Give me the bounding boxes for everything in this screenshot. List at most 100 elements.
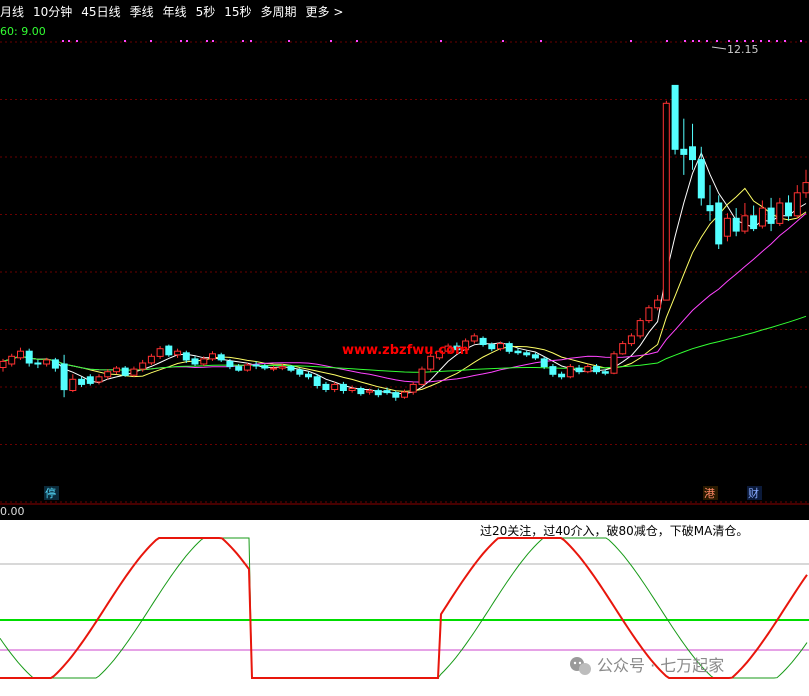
signal-dot [124,40,126,42]
period-tab-1[interactable]: 10分钟 [33,3,72,20]
signal-dot [744,40,746,42]
signal-dot [706,40,708,42]
candle-body [34,362,42,365]
candle-body [339,383,347,391]
candle-body [200,358,208,365]
signal-dot [68,40,70,42]
candle-body [549,366,557,375]
candle-body [226,360,234,367]
candle-body [113,367,120,373]
oscillator-chart: 过20关注，过40介入，破80减仓，下破MA清仓。 公众号 · 七万起家 [0,520,809,696]
candle-body [514,350,522,354]
candle-body [671,84,679,150]
candle-body [793,192,801,217]
signal-dot [728,40,730,42]
signal-dot [776,40,778,42]
candle-body [470,335,478,342]
signal-dot [206,40,208,42]
candle-body [497,343,504,350]
candle-body [366,390,374,393]
candle-body [575,367,583,373]
candle-body [401,391,408,398]
signal-dot [784,40,786,42]
candle-body [505,343,513,352]
candle-body [174,350,182,356]
period-tab-4[interactable]: 年线 [163,3,187,20]
candle [610,351,618,375]
signal-dot [356,40,358,42]
period-tab-8[interactable]: 更多 > [306,3,344,20]
signal-dot [692,40,694,42]
candle-body [25,350,33,364]
finance-marker[interactable]: 财 [748,486,759,500]
candle-body [531,354,539,359]
candle [645,305,653,324]
candle-body [165,345,173,356]
candle-body [69,378,77,391]
candle [715,195,723,249]
candle-body [706,205,714,212]
candle-body [758,207,766,227]
candle-body [409,383,417,393]
period-tab-0[interactable]: 月线 [0,3,24,20]
signal-dot [666,40,668,42]
watermark-url: www.zbzfwu.com [342,343,469,358]
candle-body [278,366,286,369]
candle-body [723,217,731,237]
signal-dot [768,40,770,42]
candle [165,344,173,357]
period-tab-5[interactable]: 5秒 [196,3,216,20]
candle-body [270,367,278,370]
candle-body [488,344,496,350]
candle-body [558,373,566,378]
candle-body [715,202,723,245]
signal-dot [630,40,632,42]
candle-body [610,353,618,374]
candle-body [191,358,199,365]
signal-dot [330,40,332,42]
stop-marker[interactable]: 停 [45,486,56,500]
signal-dot [76,40,78,42]
candle-body [601,371,609,374]
period-tab-7[interactable]: 多周期 [261,3,297,20]
period-tab-6[interactable]: 15秒 [224,3,251,20]
signal-dot [212,40,214,42]
candle-body [802,182,809,194]
candle-body [43,359,51,365]
candle-body [17,350,24,359]
candle [636,318,644,339]
candle-body [182,352,190,361]
candle-body [654,299,662,309]
candle [121,366,129,377]
high-price-label: 12.15 [727,43,759,56]
signal-dot [502,40,504,42]
candle-body [479,337,487,345]
candle-body [523,352,531,356]
signal-dot [736,40,738,42]
candle-body [645,307,653,322]
signal-dot [684,40,686,42]
harbor-marker[interactable]: 港 [704,487,715,500]
candle-body [392,392,400,398]
signal-dot [62,40,64,42]
signal-dot [800,40,802,42]
wechat-watermark: 公众号 · 七万起家 [597,656,724,675]
signal-dot [716,40,718,42]
main-chart-background [0,22,809,520]
candle-body [357,388,365,395]
candle-body [593,366,600,373]
candle-body [313,376,321,386]
candle-body [235,366,243,371]
indicator-readout: 60: 9.00 [0,25,46,38]
period-tab-3[interactable]: 季线 [130,3,154,20]
candle-body [374,390,382,396]
candle-body [60,363,68,391]
period-tab-2[interactable]: 45日线 [81,3,120,20]
candle-body [741,215,749,232]
candle [671,84,679,155]
candle-body [252,364,260,367]
candle-body [0,360,7,368]
candle-body [680,148,688,155]
candle-body [627,335,635,345]
strategy-note: 过20关注，过40介入，破80减仓，下破MA清仓。 [480,523,748,538]
